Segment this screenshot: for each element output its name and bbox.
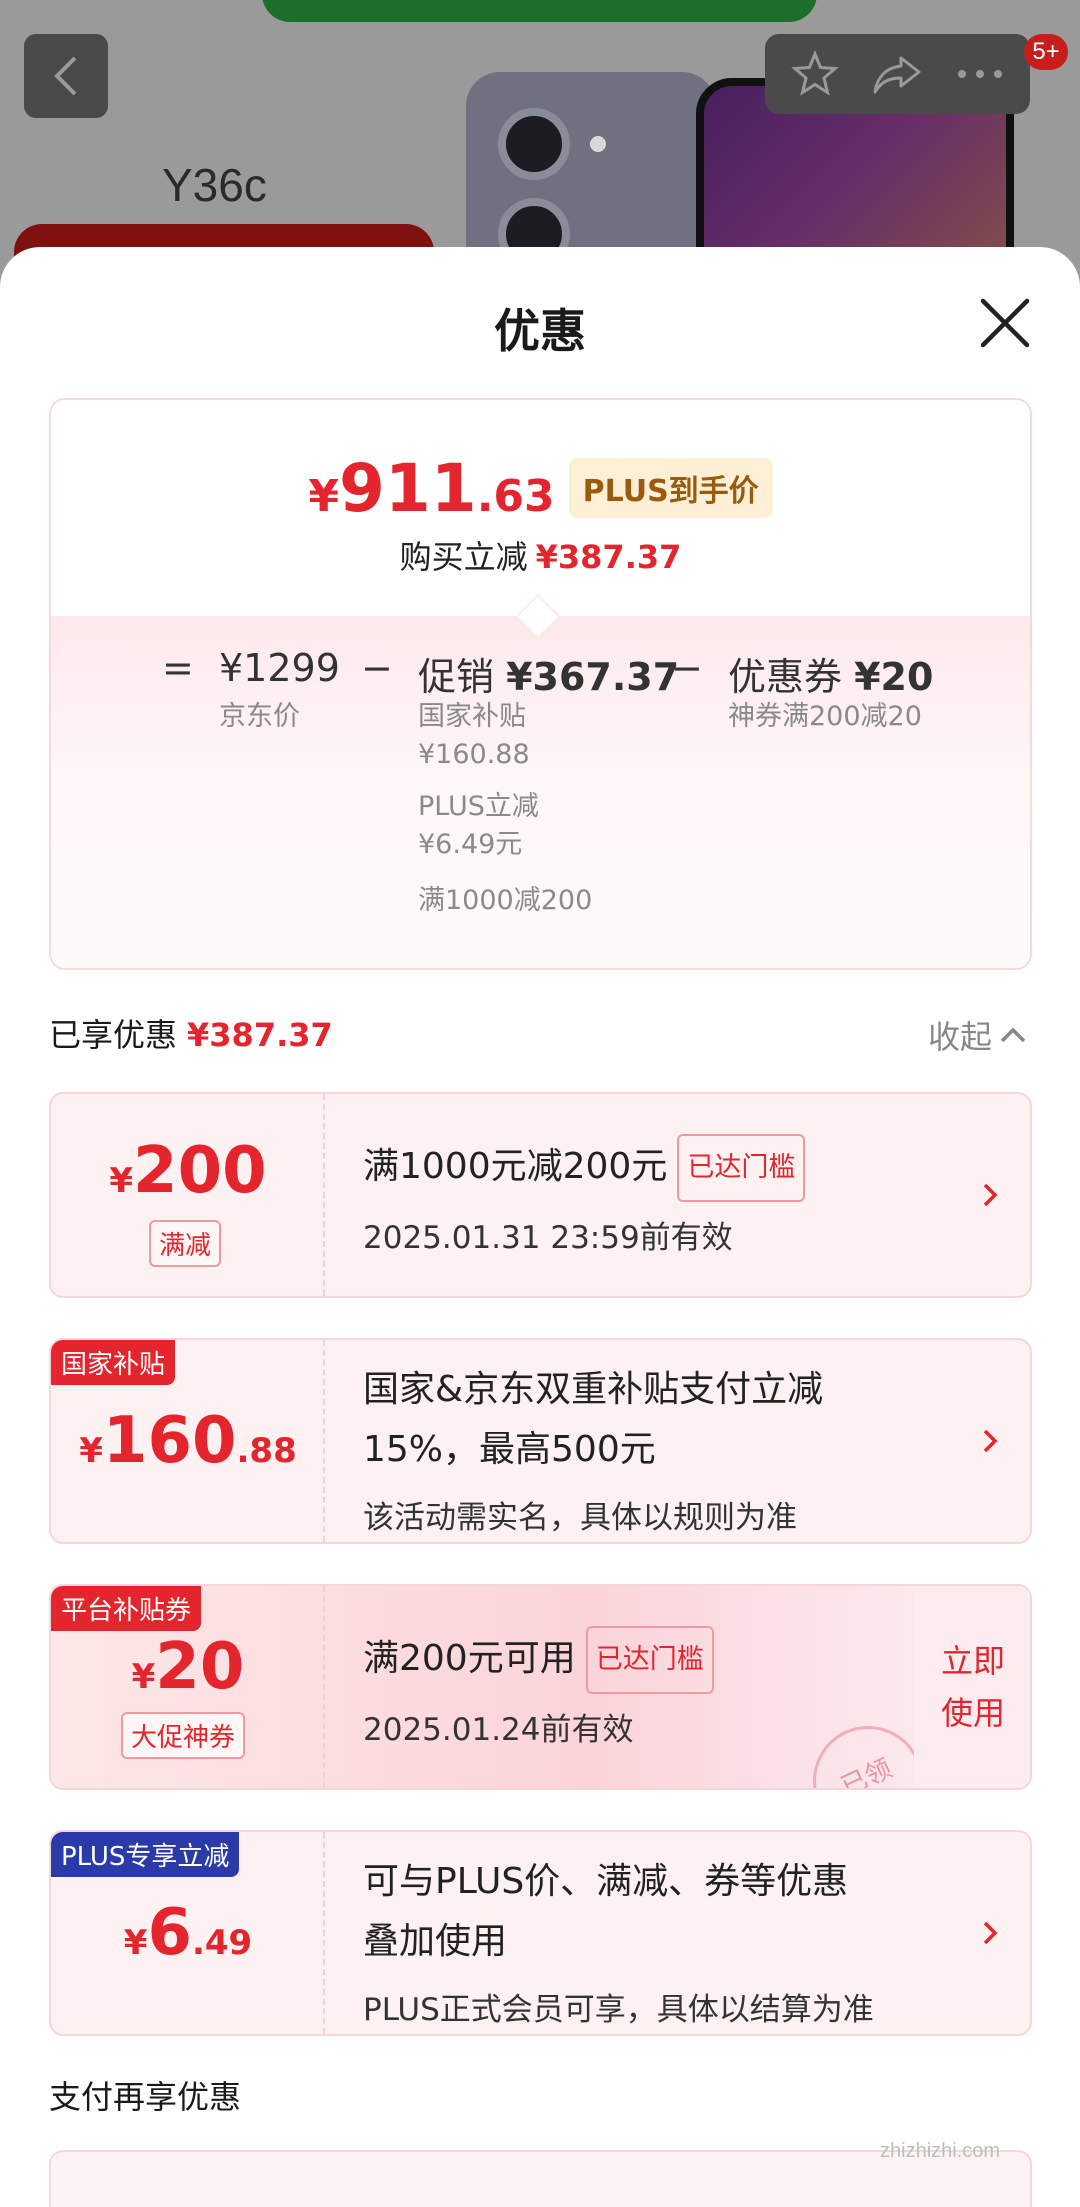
minus-sign: − [361,646,393,690]
notification-badge: 5+ [1024,34,1068,70]
coupon-note: 该活动需实名，具体以规则为准 [363,1500,797,1536]
coupon-card-plus[interactable]: ¥6.49 PLUS专享立减 可与PLUS价、满减、券等优惠 叠加使用 PLUS… [49,1830,1032,2036]
back-button[interactable] [24,34,108,118]
flash-image [590,136,606,152]
price-breakdown: = ¥1299 京东价 − 促销 ¥367.37 国家补贴 ¥160.88 PL… [51,616,1030,968]
coupon-validity: 2025.01.24前有效 [363,1712,634,1748]
coupon-title: 满200元可用 已达门槛 [363,1626,714,1694]
chevron-left-icon [54,56,77,96]
promo-label: 促销 [418,655,495,699]
use-now-line1: 立即 [940,1642,1005,1680]
discount-sheet: 优惠 ¥ 911 .63 PLUS到手价 购买立减 ¥387.37 = ¥1299… [0,247,1080,2207]
coupon-title-text: 满200元可用 [363,1638,576,1679]
promo-banner [262,0,817,22]
product-model-name: Y36c [162,159,267,211]
camera-lens-image [498,108,570,180]
chevron-right-icon [983,1429,998,1453]
chevron-up-icon [1000,1027,1026,1043]
promo-item-plus-amount: ¥6.49元 [418,829,523,860]
coupon-type: 大促神券 [121,1712,246,1759]
coupon-currency: ¥ [79,1431,103,1471]
coupon-title-line2: 15%，最高500元 [363,1429,656,1470]
coupon-currency: ¥ [131,1657,156,1697]
enjoyed-label: 已享优惠 [49,1016,178,1054]
corner-tag: 国家补贴 [51,1340,176,1385]
coupon-type: 满减 [149,1220,222,1267]
pay-discount-header: 支付再享优惠 [49,2078,242,2116]
coupon-value: ¥160.88 [51,1404,325,1478]
coupon-desc: 神券满200减20 [728,701,922,732]
coupon-currency: ¥ [123,1923,148,1963]
chevron-right-icon [983,1183,998,1207]
close-icon [980,298,1030,348]
coupon-value: ¥200 [51,1134,325,1208]
coupon-card-national-subsidy[interactable]: ¥160.88 国家补贴 国家&京东双重补贴支付立减 15%，最高500元 该活… [49,1338,1032,1544]
threshold-tag: 已达门槛 [677,1134,806,1202]
jd-price: ¥1299 [219,646,340,690]
coupon-title: 满1000元减200元 已达门槛 [363,1134,806,1202]
price-decimal: .63 [476,471,555,522]
chevron-right-icon [983,1921,998,1945]
jd-price-label: 京东价 [219,701,300,732]
minus-sign: − [671,646,703,690]
corner-tag: PLUS专享立减 [51,1832,240,1877]
top-toolbar [765,34,1030,114]
final-price: ¥ 911 .63 PLUS到手价 [51,456,1030,528]
collapse-button[interactable]: 收起 [928,1012,1028,1058]
share-icon[interactable] [871,52,923,96]
promo-total: 促销 ¥367.37 [418,646,679,701]
saving-amount: ¥387.37 [535,538,682,576]
coupon-card-full-reduction[interactable]: ¥200 满减 满1000元减200元 已达门槛 2025.01.31 23:59… [49,1092,1032,1298]
promo-item-national-subsidy: 国家补贴 [418,701,526,732]
coupon-left: ¥200 满减 [51,1094,325,1296]
enjoyed-discount-header: 已享优惠 ¥387.37 [49,1010,333,1056]
coupon-validity: 2025.01.31 23:59前有效 [363,1220,733,1256]
coupon-title-line1: 可与PLUS价、满减、券等优惠 [363,1861,849,1902]
watermark: zhizhizhi.com [880,2140,1001,2162]
coupon-value: ¥6.49 [51,1896,325,1970]
total-saving: 购买立减 ¥387.37 [51,532,1030,578]
coupon-amount: ¥20 [854,655,934,699]
coupon-decimal: .88 [236,1431,297,1471]
coupon-title-line1: 国家&京东双重补贴支付立减 [363,1369,824,1410]
promo-item-plus: PLUS立减 [418,791,539,822]
promo-item-threshold: 满1000减200 [418,885,593,916]
saving-label: 购买立减 [399,538,528,576]
more-icon[interactable] [956,68,1004,80]
coupon-integer: 6 [147,1896,192,1970]
price-currency: ¥ [308,471,339,522]
threshold-tag: 已达门槛 [585,1626,714,1694]
coupon-decimal: .49 [191,1923,253,1963]
sheet-title: 优惠 [494,304,586,358]
price-summary-card: ¥ 911 .63 PLUS到手价 购买立减 ¥387.37 = ¥1299 京东… [49,398,1032,970]
coupon-integer: 160 [102,1404,237,1478]
promo-amount: ¥367.37 [506,655,680,699]
summary-header: ¥ 911 .63 PLUS到手价 购买立减 ¥387.37 [51,400,1030,616]
promo-item-national-subsidy-amount: ¥160.88 [418,739,530,770]
coupon-label: 优惠券 [728,655,843,699]
close-button[interactable] [975,293,1035,353]
plus-price-tag: PLUS到手价 [568,458,773,518]
collapse-label: 收起 [928,1018,993,1056]
coupon-note: PLUS正式会员可享，具体以结算为准 [363,1992,874,2028]
coupon-title-line2: 叠加使用 [363,1921,508,1962]
coupon-currency: ¥ [109,1161,134,1201]
coupon-integer: 20 [155,1630,245,1704]
equals-sign: = [162,646,194,690]
coupon-card-platform[interactable]: ¥20 大促神券 平台补贴券 满200元可用 已达门槛 2025.01.24前有效… [49,1584,1032,1790]
star-icon[interactable] [791,50,839,98]
use-now-button[interactable]: 立即 使用 [914,1586,1030,1788]
coupon-total: 优惠券 ¥20 [728,646,933,701]
corner-tag: 平台补贴券 [51,1586,202,1631]
price-integer: 911 [338,450,477,527]
coupon-value: ¥20 [51,1630,325,1704]
coupon-integer: 200 [133,1134,267,1208]
enjoyed-amount: ¥387.37 [187,1016,333,1054]
use-now-line2: 使用 [940,1694,1005,1732]
coupon-title-text: 满1000元减200元 [363,1146,668,1187]
